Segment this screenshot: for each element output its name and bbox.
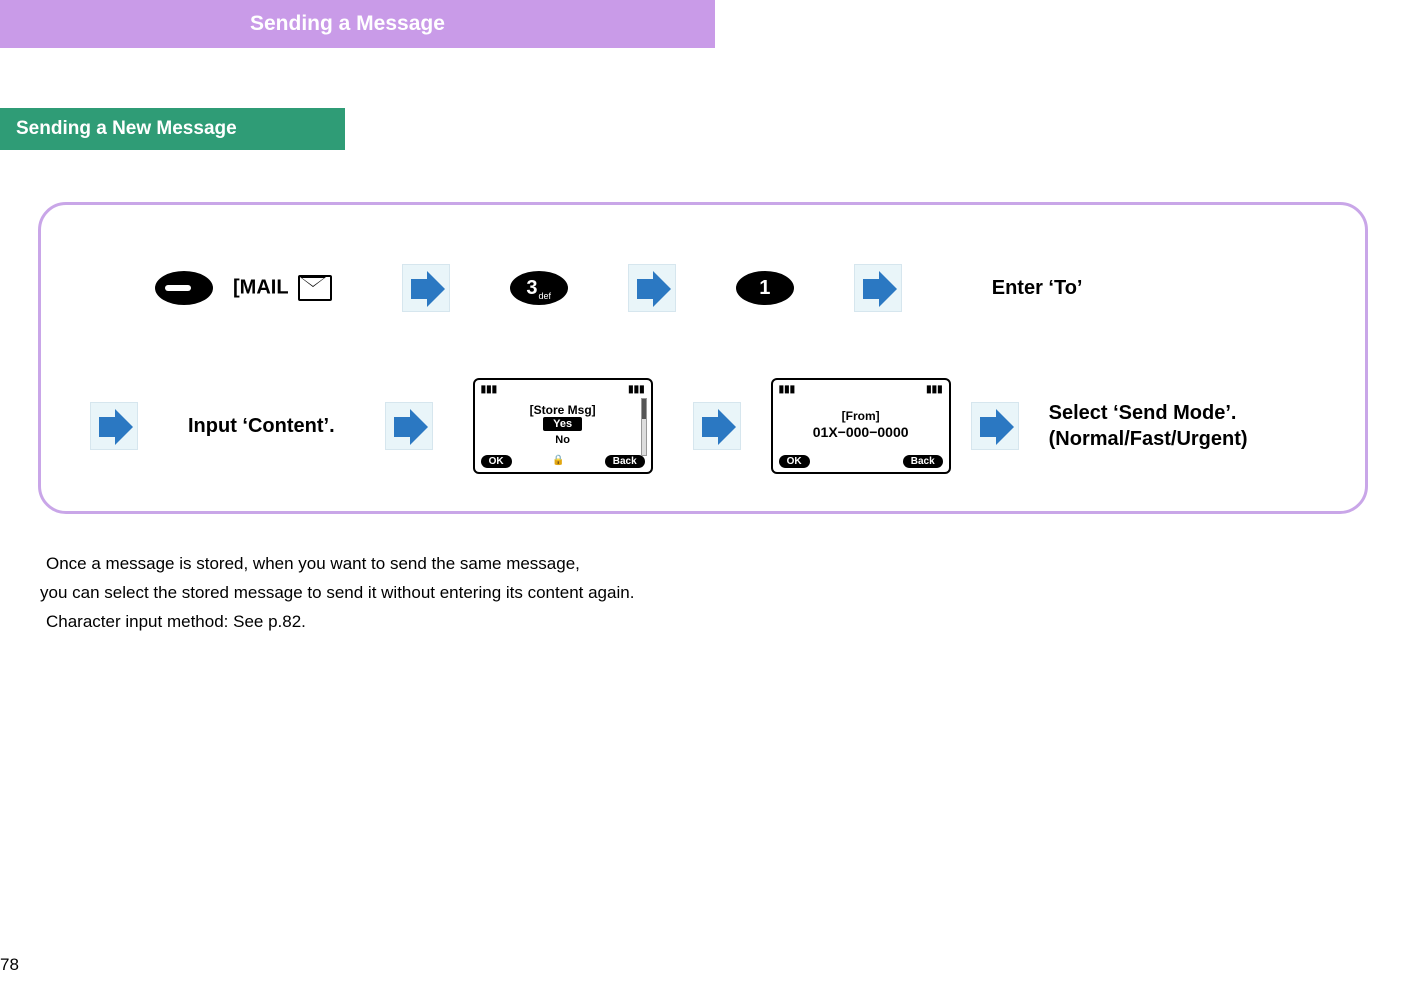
- arrow-icon: [385, 402, 433, 450]
- arrow-icon: [971, 402, 1019, 450]
- footnote-line-3: Character input method: See p.82.: [40, 608, 634, 637]
- keypad-3-digit: 3: [526, 277, 537, 300]
- procedure-row-1: [MAIL 3 def 1 Enter ‘To’: [155, 258, 1083, 318]
- mail-label: [MAIL: [233, 275, 332, 301]
- battery-icon: ▮▮▮: [628, 384, 645, 395]
- phone-key-icon: [155, 271, 213, 305]
- signal-icon: ▮▮▮: [779, 384, 796, 395]
- select-send-mode-line2: (Normal/Fast/Urgent): [1049, 426, 1248, 452]
- select-send-mode-label: Select ‘Send Mode’. (Normal/Fast/Urgent): [1049, 400, 1248, 452]
- page-number: 78: [0, 955, 19, 975]
- keypad-1-icon: 1: [736, 271, 794, 305]
- arrow-icon: [402, 264, 450, 312]
- select-send-mode-line1: Select ‘Send Mode’.: [1049, 400, 1248, 426]
- keypad-3-sub: def: [539, 291, 552, 305]
- keypad-1-digit: 1: [759, 277, 770, 300]
- signal-icon: ▮▮▮: [481, 384, 498, 395]
- section-heading: Sending a New Message: [16, 118, 237, 140]
- arrow-icon: [90, 402, 138, 450]
- footnote-line-1: Once a message is stored, when you want …: [40, 550, 634, 579]
- footnote-line-2: you can select the stored message to sen…: [40, 579, 634, 608]
- screen-from-header: [From]: [842, 409, 880, 423]
- screen-from: ▮▮▮ ▮▮▮ [From] 01X−000−0000 OK Back: [771, 378, 951, 474]
- screen-from-number: 01X−000−0000: [813, 424, 909, 441]
- input-content-label: Input ‘Content’.: [188, 415, 335, 438]
- title-bar: Sending a Message: [0, 0, 715, 48]
- envelope-icon: [298, 275, 332, 301]
- screen-store-yes: Yes: [543, 417, 582, 431]
- enter-to-label: Enter ‘To’: [992, 277, 1083, 300]
- screen-store-no: No: [555, 433, 570, 447]
- footnotes: Once a message is stored, when you want …: [40, 550, 634, 637]
- keypad-3-icon: 3 def: [510, 271, 568, 305]
- screen-from-ok: OK: [779, 455, 810, 468]
- battery-icon: ▮▮▮: [926, 384, 943, 395]
- page-title: Sending a Message: [250, 12, 445, 36]
- mail-label-text: [MAIL: [233, 276, 288, 298]
- screen-from-back: Back: [903, 455, 943, 468]
- lock-icon: 🔒: [552, 455, 564, 468]
- screen-store-ok: OK: [481, 455, 512, 468]
- procedure-row-2: Input ‘Content’. ▮▮▮ ▮▮▮ [Store Msg] Yes…: [90, 376, 1248, 476]
- arrow-icon: [854, 264, 902, 312]
- screen-store-msg: ▮▮▮ ▮▮▮ [Store Msg] Yes No OK 🔒 Back: [473, 378, 653, 474]
- section-heading-bar: Sending a New Message: [0, 108, 345, 150]
- screen-scrollbar: [641, 398, 647, 456]
- arrow-icon: [693, 402, 741, 450]
- arrow-icon: [628, 264, 676, 312]
- screen-store-back: Back: [605, 455, 645, 468]
- screen-store-header: [Store Msg]: [530, 403, 596, 417]
